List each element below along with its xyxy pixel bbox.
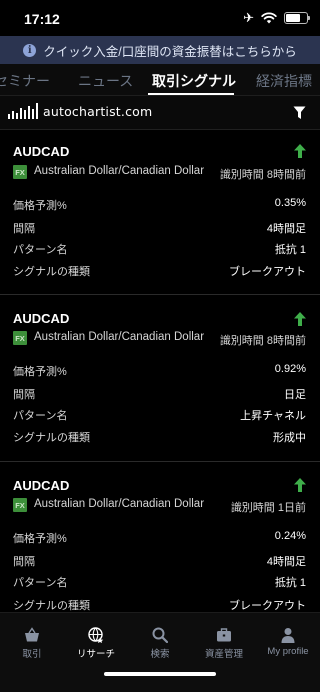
nav-label: 検索 bbox=[150, 649, 170, 660]
label-price-forecast: 価格予測% bbox=[13, 200, 67, 212]
value-interval: 4時間足 bbox=[266, 556, 306, 568]
detected-time: 識別時間 8時間前 bbox=[219, 169, 306, 181]
label-signal-type: シグナルの種類 bbox=[13, 266, 90, 278]
tab-trading-signals[interactable]: 取引シグナル bbox=[152, 71, 236, 91]
logo-text: autochartist.com bbox=[43, 104, 153, 119]
nav-label: My profile bbox=[267, 646, 309, 657]
pair-name: Australian Dollar/Canadian Dollar bbox=[34, 498, 205, 510]
signal-symbol: AUDCAD bbox=[13, 144, 70, 159]
label-signal-type: シグナルの種類 bbox=[13, 432, 90, 444]
value-price-forecast: 0.35% bbox=[274, 197, 306, 209]
arrow-up-icon bbox=[294, 478, 306, 492]
value-signal-type: 形成中 bbox=[273, 432, 306, 444]
search-icon bbox=[152, 627, 168, 643]
nav-asset-management[interactable]: 資産管理 bbox=[192, 627, 256, 660]
fx-badge: FX bbox=[13, 165, 27, 179]
nav-label: リサーチ bbox=[76, 649, 115, 660]
tab-news[interactable]: ニュース bbox=[78, 71, 133, 91]
research-tabs: セミナー ニュース 取引シグナル 経済指標 bbox=[0, 64, 320, 96]
value-pattern-name: 上昇チャネル bbox=[240, 410, 306, 422]
value-pattern-name: 抵抗 1 bbox=[274, 577, 306, 589]
label-price-forecast: 価格予測% bbox=[13, 366, 67, 378]
autochartist-logo: autochartist.com bbox=[8, 103, 152, 119]
label-interval: 間隔 bbox=[13, 556, 35, 568]
label-pattern-name: パターン名 bbox=[13, 577, 68, 589]
status-icons: ✈ bbox=[243, 10, 310, 25]
tab-economic-indicators[interactable]: 経済指標 bbox=[256, 71, 312, 91]
quick-deposit-banner[interactable]: i クイック入金/口座間の資金振替はこちらから bbox=[0, 36, 320, 64]
label-interval: 間隔 bbox=[13, 389, 35, 401]
value-price-forecast: 0.92% bbox=[274, 363, 306, 375]
nav-my-profile[interactable]: My profile bbox=[256, 627, 320, 657]
nav-research[interactable]: リサーチ bbox=[64, 627, 128, 660]
value-interval: 日足 bbox=[284, 389, 306, 401]
nav-search[interactable]: 検索 bbox=[128, 627, 192, 660]
banner-text: クイック入金/口座間の資金振替はこちらから bbox=[43, 44, 297, 59]
detected-time: 識別時間 1日前 bbox=[230, 502, 306, 514]
basket-icon bbox=[25, 627, 39, 642]
wifi-icon bbox=[261, 11, 277, 23]
briefcase-icon bbox=[217, 628, 231, 642]
logo-bars-icon bbox=[8, 103, 38, 119]
fx-badge: FX bbox=[13, 498, 27, 512]
card-divider bbox=[0, 461, 320, 462]
value-interval: 4時間足 bbox=[266, 223, 306, 235]
label-pattern-name: パターン名 bbox=[13, 244, 68, 256]
filter-icon[interactable] bbox=[293, 106, 306, 120]
person-icon bbox=[281, 628, 295, 643]
status-time: 17:12 bbox=[24, 11, 60, 27]
value-pattern-name: 抵抗 1 bbox=[274, 244, 306, 256]
arrow-up-icon bbox=[294, 144, 306, 158]
signal-symbol: AUDCAD bbox=[13, 478, 70, 493]
label-signal-type: シグナルの種類 bbox=[13, 600, 90, 612]
label-pattern-name: パターン名 bbox=[13, 410, 68, 422]
globe-icon bbox=[88, 627, 104, 643]
pair-name: Australian Dollar/Canadian Dollar bbox=[34, 331, 205, 343]
provider-header: autochartist.com bbox=[0, 96, 320, 130]
value-price-forecast: 0.24% bbox=[274, 530, 306, 542]
fx-badge: FX bbox=[13, 331, 27, 345]
status-bar: 17:12 ✈ bbox=[0, 0, 320, 36]
label-price-forecast: 価格予測% bbox=[13, 533, 67, 545]
bottom-navigation: 取引 リサーチ 検索 資産管理 My profile bbox=[0, 612, 320, 692]
tab-seminar[interactable]: セミナー bbox=[0, 71, 50, 91]
home-indicator[interactable] bbox=[104, 672, 216, 676]
airplane-icon: ✈ bbox=[243, 10, 254, 25]
battery-icon bbox=[284, 11, 310, 24]
signal-symbol: AUDCAD bbox=[13, 311, 70, 326]
active-tab-indicator bbox=[148, 93, 234, 95]
nav-label: 資産管理 bbox=[204, 649, 243, 660]
value-signal-type: ブレークアウト bbox=[229, 266, 306, 278]
pair-name: Australian Dollar/Canadian Dollar bbox=[34, 165, 205, 177]
value-signal-type: ブレークアウト bbox=[229, 600, 306, 612]
label-interval: 間隔 bbox=[13, 223, 35, 235]
detected-time: 識別時間 8時間前 bbox=[219, 335, 306, 347]
arrow-up-icon bbox=[294, 312, 306, 326]
nav-trade[interactable]: 取引 bbox=[0, 627, 64, 660]
info-icon: i bbox=[23, 43, 37, 57]
card-divider bbox=[0, 294, 320, 295]
nav-label: 取引 bbox=[22, 649, 42, 660]
